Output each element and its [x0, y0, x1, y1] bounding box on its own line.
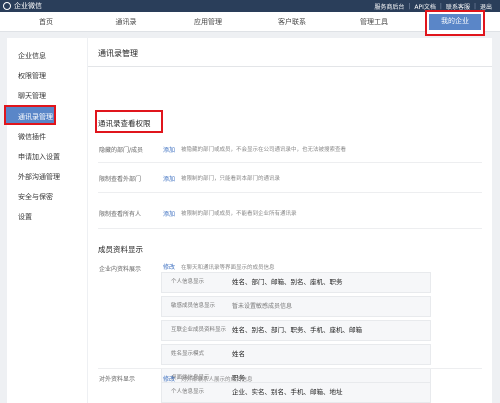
restrict-other-depts-add-link[interactable]: 添加 — [163, 174, 175, 183]
nav-label: 管理工具 — [360, 18, 388, 26]
info-value: 姓名、部门、邮箱、别名、座机、职务 — [232, 278, 343, 286]
info-label: 敏感成员信息显示 — [171, 303, 216, 309]
provider-console-link[interactable]: 服务商后台 — [370, 2, 408, 11]
nav-admin-tools[interactable]: 管理工具 — [344, 12, 404, 32]
info-label: 姓名显示模式 — [171, 351, 205, 357]
info-value: 姓名 — [232, 350, 245, 358]
sidebar-item-security[interactable]: 安全与保密 — [7, 187, 87, 207]
nav-home[interactable]: 首页 — [18, 12, 74, 32]
main-nav: 首页 通讯录 应用管理 客户联系 管理工具 我的企业 — [0, 10, 500, 36]
external-info-label: 对外资料显示 — [99, 376, 136, 383]
nav-customer-contact[interactable]: 客户联系 — [262, 12, 322, 32]
sidebar: 企业信息 权限管理 聊天管理 通讯录管理 微信插件 申请加入设置 外部沟通管理 … — [4, 38, 87, 403]
restrict-other-depts-desc: 被限制的部门，只能看到本部门的通讯录 — [181, 176, 281, 182]
sidebar-item-enterprise-info[interactable]: 企业信息 — [7, 46, 87, 66]
nav-label: 应用管理 — [194, 18, 222, 26]
info-row: 敏感成员信息显示 暂未设置敏感成员信息 — [161, 296, 431, 317]
info-label: 个人信息显示 — [171, 279, 205, 285]
divider — [98, 368, 482, 369]
nav-my-enterprise[interactable]: 我的企业 — [425, 10, 485, 36]
sidebar-item-external-comm[interactable]: 外部沟通管理 — [7, 167, 87, 187]
divider — [98, 228, 482, 229]
sidebar-item-permissions[interactable]: 权限管理 — [7, 66, 87, 86]
divider — [98, 162, 482, 163]
nav-label: 首页 — [39, 18, 53, 26]
main-panel: 通讯录管理 通讯录查看权限 隐藏的部门/成员 添加 被隐藏的部门或成员，不会显示… — [88, 38, 492, 403]
member-info-section-title: 成员资料显示 — [98, 245, 143, 254]
info-row: 个人信息显示 企业、实名、别名、手机、邮箱、地址 — [161, 382, 431, 403]
nav-label: 通讯录 — [115, 18, 137, 26]
hidden-members-label: 隐藏的部门/成员 — [99, 147, 144, 154]
restrict-all-desc: 被限制的部门或成员，不能看到企业所有通讯录 — [181, 211, 297, 217]
sidebar-item-wechat-plugin[interactable]: 微信插件 — [7, 127, 87, 147]
restrict-all-label: 限制查看所有人 — [99, 211, 142, 218]
divider — [88, 66, 492, 67]
restrict-all-add-link[interactable]: 添加 — [163, 209, 175, 218]
brand-name: 企业微信 — [14, 2, 42, 10]
info-label: 互联企业成员资料显示 — [171, 327, 227, 333]
sidebar-item-settings[interactable]: 设置 — [7, 207, 87, 227]
info-row: 姓名显示模式 姓名 — [161, 344, 431, 365]
hidden-members-desc: 被隐藏的部门或成员，不会显示在公司通讯录中，也无法被搜索查看 — [181, 147, 347, 153]
internal-info-edit-link[interactable]: 修改 — [163, 262, 175, 271]
nav-app-management[interactable]: 应用管理 — [178, 12, 238, 32]
internal-info-label: 企业内资料展示 — [99, 266, 142, 273]
restrict-other-depts-label: 限制查看外部门 — [99, 176, 142, 183]
info-value: 企业、实名、别名、手机、邮箱、地址 — [232, 388, 343, 396]
info-value: 暂未设置敏感成员信息 — [232, 303, 293, 310]
hidden-members-add-link[interactable]: 添加 — [163, 145, 175, 154]
perm-section-title: 通讯录查看权限 — [98, 119, 151, 128]
internal-info-desc: 在聊天和通讯录等界面显示的成员信息 — [181, 265, 275, 271]
sidebar-item-chat[interactable]: 聊天管理 — [7, 86, 87, 106]
info-row: 个人信息显示 姓名、部门、邮箱、别名、座机、职务 — [161, 272, 431, 293]
brand[interactable]: 企业微信 — [3, 1, 42, 11]
info-label: 个人信息显示 — [171, 389, 205, 395]
nav-label: 客户联系 — [278, 18, 306, 26]
divider — [98, 192, 482, 193]
sidebar-item-join-settings[interactable]: 申请加入设置 — [7, 147, 87, 167]
nav-contacts[interactable]: 通讯录 — [98, 12, 154, 32]
sidebar-item-contacts-management[interactable]: 通讯录管理 — [4, 105, 56, 125]
info-value: 姓名、别名、部门、职务、手机、座机、邮箱 — [232, 326, 362, 334]
nav-label: 我的企业 — [429, 14, 481, 30]
page-title: 通讯录管理 — [98, 49, 138, 58]
info-row: 互联企业成员资料显示 姓名、别名、部门、职务、手机、座机、邮箱 — [161, 320, 431, 341]
wecom-logo-icon — [3, 2, 11, 10]
